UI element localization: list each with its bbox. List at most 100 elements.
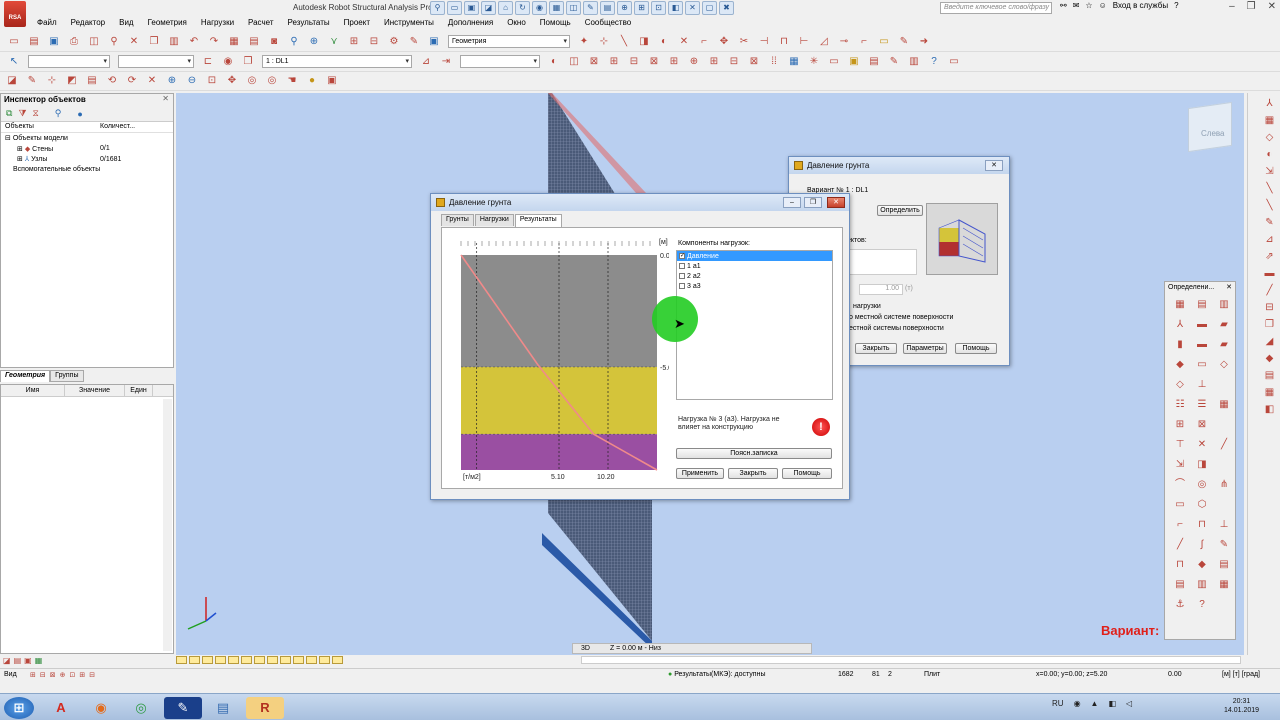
lock-icon[interactable]: ◫	[566, 1, 581, 15]
login-link[interactable]: Вход в службы	[1113, 1, 1168, 10]
extend-icon[interactable]: ⊢	[797, 35, 811, 49]
edit-icon[interactable]: ✎	[897, 35, 911, 49]
menu-analysis[interactable]: Расчет	[241, 16, 280, 30]
poly-icon[interactable]: ⬡	[1193, 498, 1211, 512]
tree-icon[interactable]: ⧉	[6, 108, 12, 119]
close-button[interactable]: Закрыть	[728, 468, 778, 479]
minimize-icon[interactable]: –	[1229, 1, 1235, 12]
option-surface-system[interactable]: естной системы поверхности	[849, 325, 944, 332]
merge-icon[interactable]: ⊞	[1171, 418, 1189, 432]
tile-icon[interactable]: ▦	[549, 1, 564, 15]
pan-icon[interactable]: ✥	[225, 74, 239, 88]
sections-list-icon[interactable]: ▤	[85, 74, 99, 88]
preview-icon[interactable]: ◫	[87, 35, 101, 49]
grid-icon[interactable]: ⊞	[607, 55, 621, 69]
section-right-icon[interactable]: ◩	[65, 74, 79, 88]
menu-geometry[interactable]: Геометрия	[141, 16, 194, 30]
measure-icon[interactable]: ⌐	[857, 35, 871, 49]
release-tool-icon[interactable]: ⇗	[1265, 250, 1273, 264]
menu-community[interactable]: Сообщество	[578, 16, 638, 30]
camera-icon[interactable]: ◉	[221, 55, 235, 69]
tab-groups[interactable]: Группы	[50, 370, 84, 382]
menu-design[interactable]: Проект	[337, 16, 377, 30]
table-tool-icon[interactable]: ▦	[1265, 114, 1274, 128]
info-icon[interactable]: ●	[77, 109, 82, 119]
offsets-icon[interactable]: ⊟	[727, 55, 741, 69]
chrome-icon[interactable]: ◎	[122, 697, 160, 719]
tree-item[interactable]: ⊟ Объекты модели	[1, 133, 173, 144]
col-unit[interactable]: Един	[125, 385, 153, 396]
view-mode[interactable]: 3D	[581, 644, 590, 653]
lock-icon[interactable]: ◙	[267, 35, 281, 49]
network-icon[interactable]: ◧	[1108, 699, 1116, 708]
zoom-icon[interactable]: ⊕	[617, 1, 632, 15]
select-icon[interactable]: ⧖	[32, 108, 38, 119]
acrobat-icon[interactable]: A	[42, 697, 80, 719]
materials-icon[interactable]: ▣	[847, 55, 861, 69]
view-tool-icon[interactable]	[241, 656, 252, 664]
release-icon[interactable]: ⊞	[707, 55, 721, 69]
help-icon[interactable]: ?	[927, 55, 941, 69]
app-logo[interactable]: RSA PRO	[4, 1, 26, 55]
col-value[interactable]: Значение	[65, 385, 125, 396]
nodes-icon[interactable]: ⊹	[597, 35, 611, 49]
load-case-select[interactable]: 1 : DL1	[262, 55, 412, 68]
tool-a-icon[interactable]: ✕	[145, 74, 159, 88]
node-icon[interactable]: ⅄	[1171, 318, 1189, 332]
pen-icon[interactable]: ✎	[1215, 538, 1233, 552]
menu-addins[interactable]: Дополнения	[441, 16, 500, 30]
join-icon[interactable]: ⌐	[1171, 518, 1189, 532]
close-doc-icon[interactable]: ✖	[719, 1, 734, 15]
offset-icon[interactable]: ⇲	[1171, 458, 1189, 472]
arc-icon[interactable]: ⌒	[1171, 478, 1189, 492]
menu-results[interactable]: Результаты	[280, 16, 336, 30]
explorer-icon[interactable]: ▤	[204, 697, 242, 719]
option-loads[interactable]: нагрузки	[853, 303, 881, 310]
user-icon[interactable]: ☺	[1099, 1, 1107, 10]
draw-icon[interactable]: ╱	[1171, 538, 1189, 552]
objects-input[interactable]	[847, 249, 917, 275]
tools-icon[interactable]: ✎	[407, 35, 421, 49]
support-icon[interactable]: ⊕	[687, 55, 701, 69]
load-list-icon[interactable]: ☰	[1193, 398, 1211, 412]
list-tool-icon[interactable]: ▤	[1265, 369, 1274, 383]
tree-item[interactable]: ⊞ ⅄ Узлы 0/1681	[1, 154, 173, 165]
window-icon[interactable]: ▭	[947, 55, 961, 69]
tree-item[interactable]: Вспомогательные объекты	[1, 165, 173, 176]
release-icon[interactable]: ⊥	[1193, 378, 1211, 392]
close-icon[interactable]: ✕	[1226, 283, 1232, 291]
close-icon[interactable]: ✕	[1268, 1, 1276, 12]
load-table-icon[interactable]: ☷	[1171, 398, 1189, 412]
arrow-tool-icon[interactable]: ⇲	[1265, 165, 1273, 179]
dots-icon[interactable]: ⁞⁞	[767, 55, 781, 69]
zoom-in-icon[interactable]: ⊕	[165, 74, 179, 88]
bar-icon[interactable]: ▬	[1193, 318, 1211, 332]
node-star-icon[interactable]: ✳	[807, 55, 821, 69]
section-left-icon[interactable]: ◪	[5, 74, 19, 88]
view-tool-icon[interactable]	[267, 656, 278, 664]
wrench-icon[interactable]: ✦	[577, 35, 591, 49]
align-icon[interactable]: ⊣	[757, 35, 771, 49]
view-tool-icon[interactable]	[332, 656, 343, 664]
slab-icon[interactable]: ▰	[1215, 338, 1233, 352]
panel-tool-icon[interactable]: ⊟	[1265, 301, 1273, 315]
bulb-icon[interactable]: ●	[305, 74, 319, 88]
refresh-icon[interactable]: ↻	[515, 1, 530, 15]
rows-icon[interactable]: ▤	[1171, 578, 1189, 592]
menu-loads[interactable]: Нагрузки	[194, 16, 241, 30]
offset-icon[interactable]: ◿	[817, 35, 831, 49]
checkbox[interactable]: ✓	[679, 253, 685, 259]
load-tool-icon[interactable]: ◐	[1266, 148, 1272, 162]
pencil-tool-icon[interactable]: ✎	[1265, 216, 1273, 230]
beam-tool-icon[interactable]: ╱	[1266, 284, 1272, 298]
note-icon[interactable]: ✎	[887, 55, 901, 69]
folder-icon[interactable]: ▤	[600, 1, 615, 15]
firefox-icon[interactable]: ◉	[82, 697, 120, 719]
sections-icon[interactable]: ▭	[827, 55, 841, 69]
copy-tool-icon[interactable]: ❐	[1265, 318, 1274, 332]
col-count[interactable]: Количест...	[96, 122, 139, 132]
camera-icon[interactable]: ◉	[532, 1, 547, 15]
panel-mesh-icon[interactable]: ⊟	[627, 55, 641, 69]
structure-icon[interactable]: ▦	[1171, 298, 1189, 312]
extend-icon[interactable]: ✕	[1193, 438, 1211, 452]
